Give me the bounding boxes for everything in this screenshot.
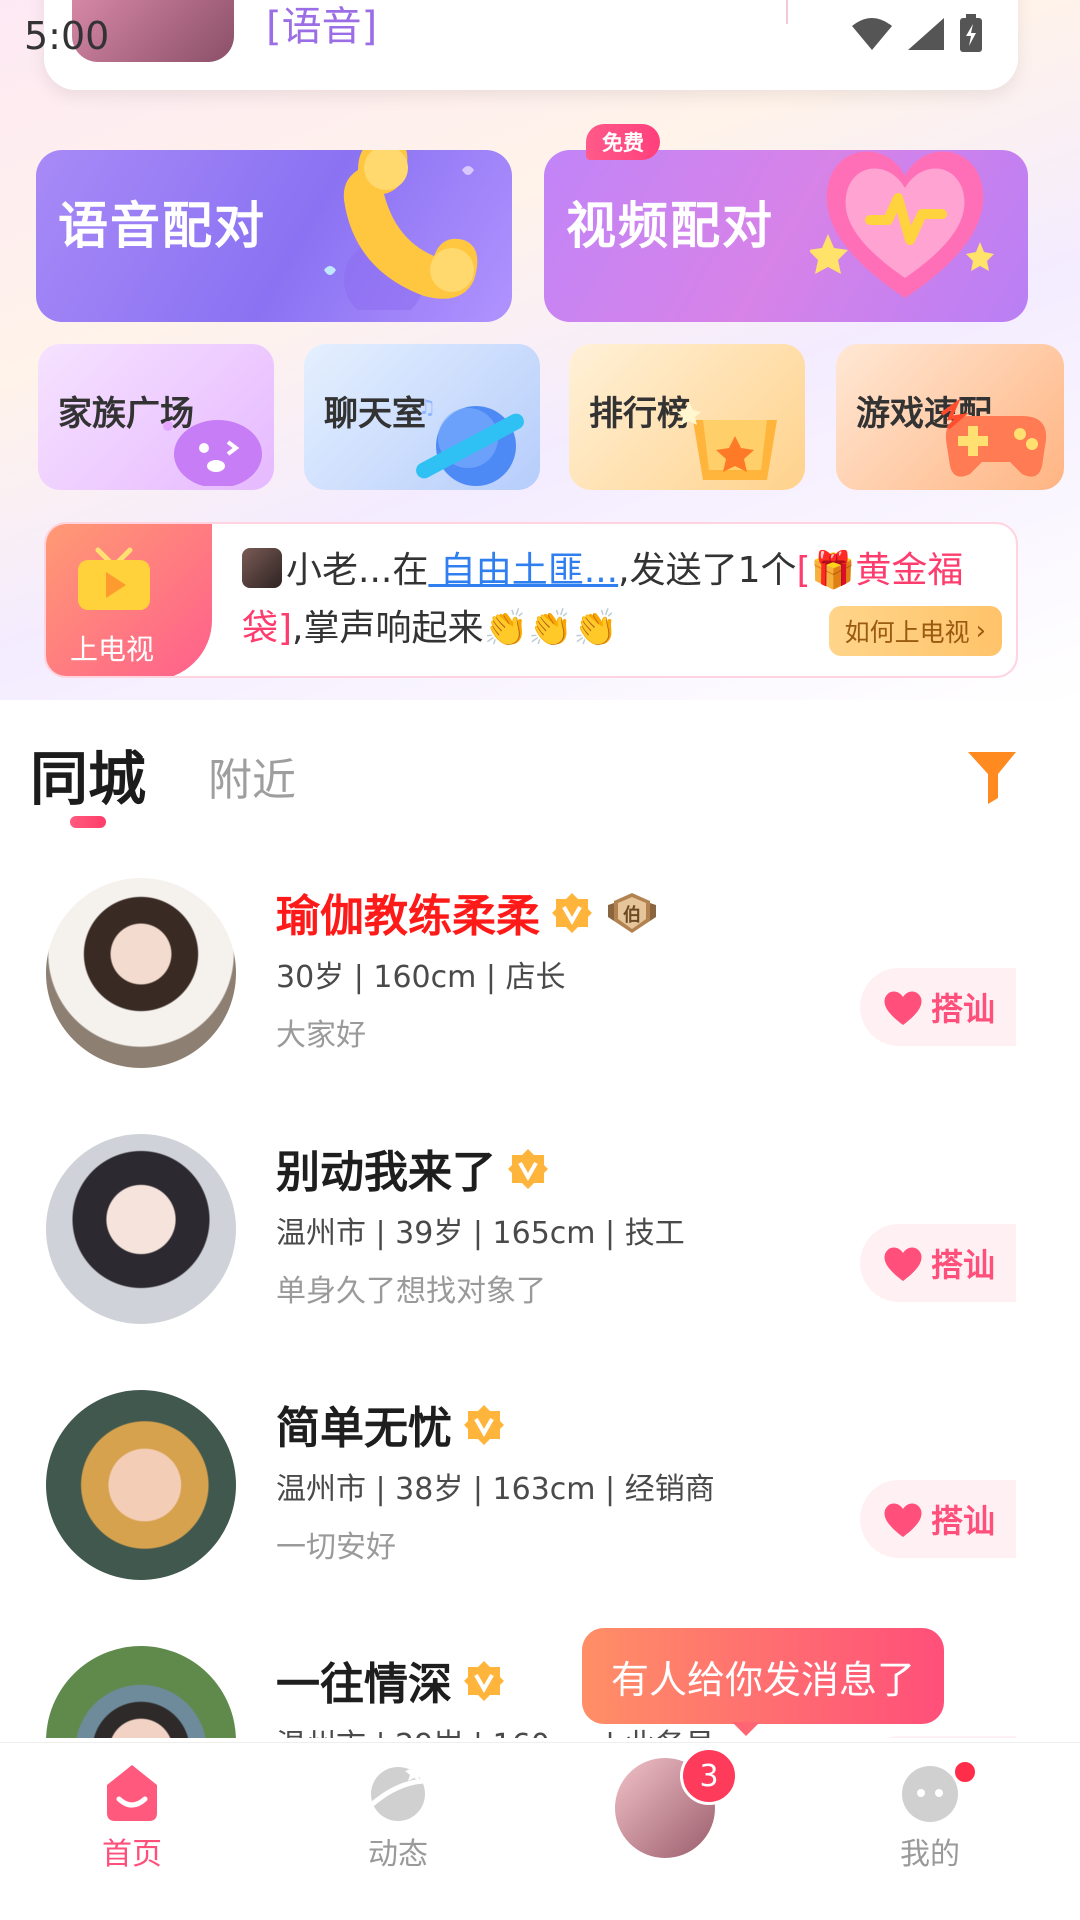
- voice-match-card[interactable]: 语音配对: [36, 150, 512, 322]
- tv-room-link[interactable]: 自由土匪...: [428, 550, 618, 591]
- svg-text:♫: ♫: [418, 395, 436, 419]
- heart-icon: [884, 1503, 922, 1537]
- wifi-icon: [852, 18, 892, 50]
- phone-icon: [324, 150, 478, 310]
- user-meta: 温州市 | 39岁 | 165cm | 技工: [276, 1216, 685, 1251]
- user-name: 一往情深: [276, 1648, 506, 1712]
- video-match-card[interactable]: 视频配对: [544, 150, 1028, 322]
- signal-icon: [908, 18, 944, 50]
- list-item[interactable]: 简单无忧 温州市 | 38岁 | 163cm | 经销商 一切安好 搭讪: [0, 1382, 1080, 1638]
- notification-text: [语音]: [266, 4, 378, 50]
- user-name-text: 瑜伽教练柔柔: [276, 891, 540, 942]
- greet-button[interactable]: 搭讪: [860, 1224, 1016, 1302]
- nav-home[interactable]: 首页: [52, 1761, 212, 1873]
- video-match-title: 视频配对: [566, 197, 774, 255]
- tile-family-plaza[interactable]: 家族广场: [38, 344, 274, 490]
- greet-label: 搭讪: [930, 1502, 995, 1540]
- user-name: 简单无忧: [276, 1392, 506, 1456]
- verified-badge-icon: [464, 1405, 504, 1445]
- home-icon: [107, 1765, 157, 1821]
- tv-tail-text: ,掌声响起来👏👏👏: [292, 608, 618, 649]
- greet-button[interactable]: 搭讪: [860, 968, 1016, 1046]
- user-name: 瑜伽教练柔柔 伯: [276, 880, 660, 944]
- avatar[interactable]: [46, 878, 236, 1068]
- tab-nearby[interactable]: 附近: [208, 744, 296, 808]
- how-to-tv-button[interactable]: 如何上电视 ›: [828, 606, 1002, 656]
- heart-icon: [810, 151, 994, 298]
- planet-icon: [367, 1763, 428, 1821]
- sender-avatar: [242, 548, 282, 588]
- verified-badge-icon: [508, 1149, 548, 1189]
- tv-banner[interactable]: 上电视 小老...在 自由土匪...,发送了1个[🎁黄金福袋],掌声响起来👏👏👏…: [44, 522, 1018, 678]
- user-name-text: 一往情深: [276, 1659, 452, 1710]
- notification-divider: [786, 0, 788, 24]
- nav-home-label: 首页: [102, 1837, 162, 1872]
- tv-icon: [78, 547, 150, 610]
- greet-label: 搭讪: [930, 990, 995, 1028]
- nav-moments-label: 动态: [368, 1837, 428, 1872]
- tv-banner-left: 上电视: [46, 524, 212, 676]
- user-list: 瑜伽教练柔柔 伯 30岁 | 160cm | 店长 大家好 搭讪 别动我来了 温…: [0, 862, 1080, 1738]
- nav-moments[interactable]: 动态: [318, 1761, 478, 1873]
- tv-sent-text: ,发送了1个: [618, 550, 797, 591]
- user-name: 别动我来了: [276, 1136, 550, 1200]
- greet-button[interactable]: 搭讪: [860, 1736, 1016, 1738]
- planet-icon: ♫: [416, 395, 524, 486]
- status-time: 5:00: [24, 14, 110, 58]
- smiley-icon: [163, 420, 262, 486]
- unread-badge: 3: [680, 1747, 738, 1805]
- tv-label: 上电视: [70, 633, 155, 666]
- notification-dot: [952, 1759, 978, 1785]
- svg-text:伯: 伯: [623, 904, 641, 926]
- message-toast[interactable]: 有人给你发消息了: [582, 1628, 944, 1724]
- heart-icon: [884, 1247, 922, 1281]
- user-name-text: 别动我来了: [276, 1147, 496, 1198]
- how-to-tv-label: 如何上电视: [844, 618, 970, 647]
- user-bio: 一切安好: [276, 1530, 396, 1565]
- greet-label: 搭讪: [930, 1246, 995, 1284]
- filter-icon[interactable]: [966, 748, 1018, 804]
- trophy-icon: [677, 402, 777, 480]
- user-name-text: 简单无忧: [276, 1403, 452, 1454]
- user-bio: 大家好: [276, 1018, 366, 1053]
- chevron-right-icon: ›: [975, 616, 986, 646]
- rank-badge-icon: 伯: [608, 893, 656, 933]
- toast-tail: [732, 1722, 760, 1736]
- tab-indicator: [70, 816, 106, 828]
- status-icons: [850, 14, 984, 54]
- tab-same-city[interactable]: 同城: [30, 732, 146, 816]
- list-item[interactable]: 别动我来了 温州市 | 39岁 | 165cm | 技工 单身久了想找对象了 搭…: [0, 1126, 1080, 1382]
- avatar[interactable]: [46, 1390, 236, 1580]
- avatar[interactable]: [46, 1134, 236, 1324]
- user-meta: 30岁 | 160cm | 店长: [276, 960, 566, 995]
- heart-icon: [884, 991, 922, 1025]
- bottom-nav: 首页 动态 3 我的: [0, 1742, 1080, 1920]
- user-bio: 单身久了想找对象了: [276, 1274, 546, 1309]
- verified-badge-icon: [552, 893, 592, 933]
- gamepad-icon: [940, 398, 1047, 477]
- tile-leaderboard[interactable]: 排行榜: [569, 344, 805, 490]
- nav-me[interactable]: 我的: [850, 1761, 1010, 1873]
- greet-button[interactable]: 搭讪: [860, 1480, 1016, 1558]
- free-badge: 免费: [586, 124, 660, 160]
- avatar[interactable]: [46, 1646, 236, 1738]
- voice-match-title: 语音配对: [58, 197, 266, 255]
- tile-chat-room[interactable]: 聊天室 ♫: [304, 344, 540, 490]
- nav-me-label: 我的: [900, 1837, 960, 1872]
- tile-game-match[interactable]: 游戏速配: [836, 344, 1064, 490]
- user-meta: 温州市 | 38岁 | 163cm | 经销商: [276, 1472, 715, 1507]
- tv-sender: 小老...在: [286, 550, 429, 591]
- verified-badge-icon: [464, 1661, 504, 1701]
- battery-icon: [960, 14, 982, 52]
- list-item[interactable]: 瑜伽教练柔柔 伯 30岁 | 160cm | 店长 大家好 搭讪: [0, 870, 1080, 1126]
